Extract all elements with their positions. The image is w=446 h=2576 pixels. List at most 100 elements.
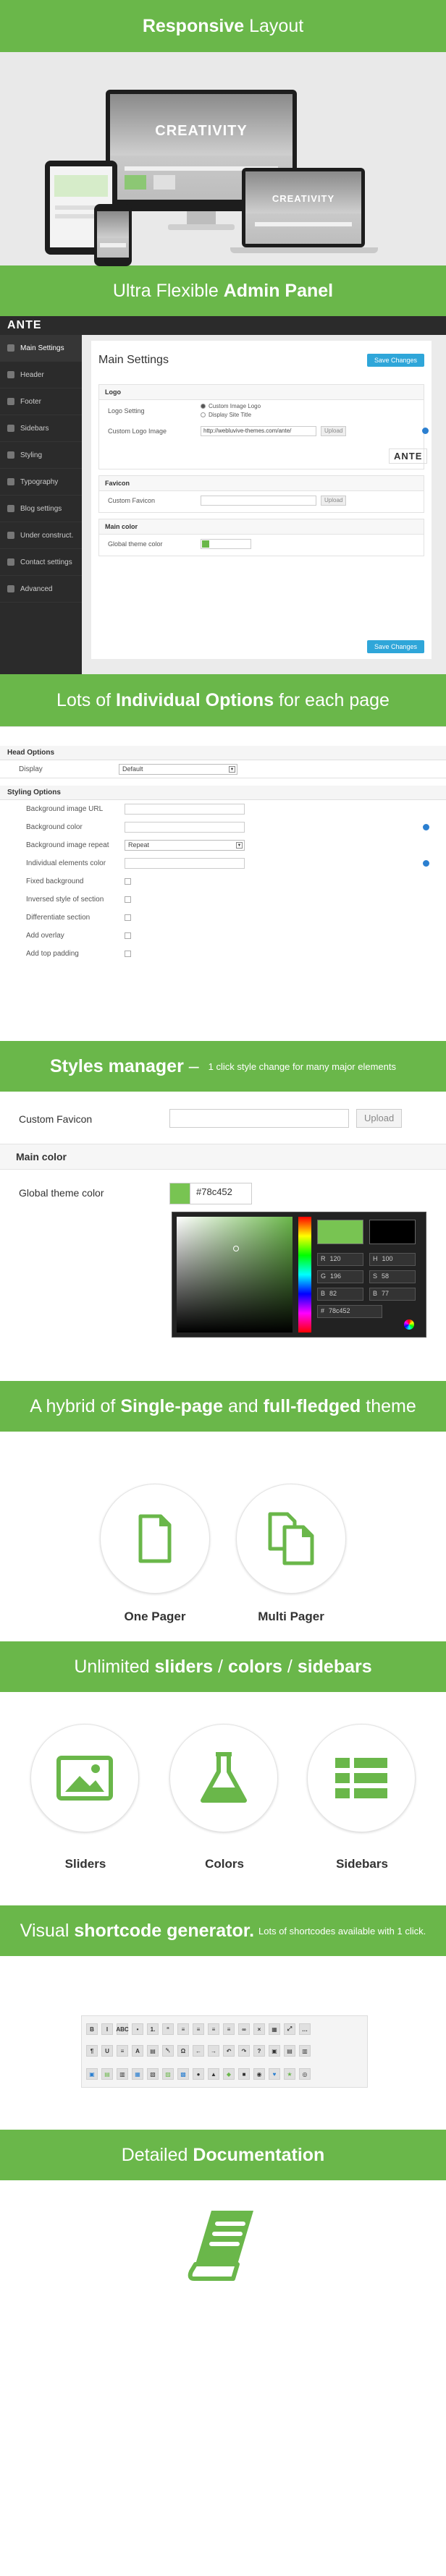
toolbar-button[interactable]: ▩ — [177, 2068, 189, 2080]
save-changes-button-top[interactable]: Save Changes — [366, 354, 424, 367]
color-picker[interactable]: R 120 H 100 G 196 S 58 B 82 B 77 #78c452 — [172, 1212, 426, 1338]
color-swatch[interactable] — [202, 540, 209, 548]
toolbar-button[interactable]: … — [299, 2023, 311, 2035]
sidebar-item-6[interactable]: Blog settings — [0, 496, 82, 522]
toolbar-button[interactable]: U — [101, 2045, 113, 2057]
toolbar-button[interactable]: ▨ — [162, 2068, 174, 2080]
toolbar-button[interactable]: ▲ — [208, 2068, 219, 2080]
saturation-area[interactable] — [177, 1217, 293, 1332]
option-checkbox[interactable] — [125, 932, 131, 939]
sm-upload-button[interactable]: Upload — [356, 1109, 403, 1128]
toolbar-button[interactable]: ▥ — [117, 2068, 128, 2080]
picker-field[interactable]: R 120 — [317, 1253, 363, 1266]
logo-upload-button[interactable]: Upload — [321, 426, 347, 436]
toolbar-button[interactable]: ▦ — [132, 2068, 143, 2080]
sidebar-icon — [7, 344, 14, 352]
toolbar-button[interactable]: ↷ — [238, 2045, 250, 2057]
toolbar-button[interactable]: ≡ — [117, 2045, 128, 2057]
radio-custom-logo[interactable]: Custom Image Logo — [201, 403, 261, 409]
option-checkbox[interactable] — [125, 951, 131, 957]
toolbar-button[interactable]: A — [132, 2045, 143, 2057]
color-wheel-icon[interactable] — [404, 1319, 414, 1330]
sidebar-item-3[interactable]: Sidebars — [0, 415, 82, 442]
toolbar-button[interactable]: ★ — [284, 2068, 295, 2080]
radio-site-title[interactable]: Display Site Title — [201, 412, 261, 418]
sidebar-item-2[interactable]: Footer — [0, 388, 82, 415]
toolbar-button[interactable]: ← — [193, 2045, 204, 2057]
picker-field[interactable]: H 100 — [369, 1253, 416, 1266]
option-select[interactable]: Repeat ▼ — [125, 840, 245, 851]
styling-options-header: Styling Options — [0, 786, 446, 800]
option-checkbox[interactable] — [125, 896, 131, 903]
toolbar-button[interactable]: → — [208, 2045, 219, 2057]
select-arrow-icon: ▼ — [229, 766, 235, 773]
hue-slider[interactable] — [298, 1217, 311, 1332]
save-changes-button-bottom[interactable]: Save Changes — [366, 640, 424, 653]
option-label: Add top padding — [26, 950, 79, 958]
toolbar-button[interactable]: Ω — [177, 2045, 189, 2057]
display-select[interactable]: Default ▼ — [119, 764, 237, 775]
toolbar-button[interactable]: ▥ — [299, 2045, 311, 2057]
display-label: Display — [19, 765, 43, 773]
toolbar-button[interactable]: ● — [193, 2068, 204, 2080]
sidebar-item-1[interactable]: Header — [0, 362, 82, 388]
toolbar-button[interactable]: ▤ — [147, 2045, 159, 2057]
toolbar-button[interactable]: ▣ — [269, 2045, 280, 2057]
favicon-upload-button[interactable]: Upload — [321, 496, 347, 506]
toolbar-button[interactable]: ◆ — [223, 2068, 235, 2080]
toolbar-button[interactable]: “ — [162, 2023, 174, 2035]
toolbar-button[interactable]: ¶ — [86, 2045, 98, 2057]
option-input[interactable] — [125, 858, 245, 869]
help-icon[interactable] — [423, 824, 429, 830]
sidebar-item-0[interactable]: Main Settings — [0, 335, 82, 362]
toolbar-button[interactable]: I — [101, 2023, 113, 2035]
sm-color-input[interactable]: #78c452 — [190, 1183, 252, 1204]
help-icon[interactable] — [423, 860, 429, 867]
monitor-stand — [187, 211, 216, 226]
toolbar-button[interactable]: ≡ — [177, 2023, 189, 2035]
toolbar-button[interactable]: ≡ — [223, 2023, 235, 2035]
sidebar-item-9[interactable]: Advanced — [0, 576, 82, 603]
toolbar-button[interactable]: ␡ — [162, 2045, 174, 2057]
toolbar-button[interactable]: ◉ — [253, 2068, 265, 2080]
sidebar-item-5[interactable]: Typography — [0, 469, 82, 496]
option-input[interactable] — [125, 822, 245, 833]
toolbar-button[interactable]: ▤ — [284, 2045, 295, 2057]
banner-unlimited-s2: / — [282, 1656, 298, 1677]
help-icon[interactable] — [422, 428, 429, 434]
toolbar-button[interactable]: ▤ — [101, 2068, 113, 2080]
toolbar-button[interactable]: 1. — [147, 2023, 159, 2035]
toolbar-button[interactable]: • — [132, 2023, 143, 2035]
option-checkbox[interactable] — [125, 914, 131, 921]
option-input[interactable] — [125, 804, 245, 815]
sidebar-item-7[interactable]: Under construct. — [0, 522, 82, 549]
toolbar-button[interactable]: ▣ — [86, 2068, 98, 2080]
toolbar-button[interactable]: ∞ — [238, 2023, 250, 2035]
favicon-input[interactable] — [201, 496, 316, 506]
picker-cursor[interactable] — [233, 1246, 239, 1251]
toolbar-button[interactable]: × — [253, 2023, 265, 2035]
toolbar-button[interactable]: ↶ — [223, 2045, 235, 2057]
sidebar-item-8[interactable]: Contact settings — [0, 549, 82, 576]
toolbar-button[interactable]: ? — [253, 2045, 265, 2057]
toolbar-button[interactable]: B — [86, 2023, 98, 2035]
toolbar-button[interactable]: ■ — [238, 2068, 250, 2080]
toolbar-button[interactable]: ▧ — [147, 2068, 159, 2080]
picker-field[interactable]: B 77 — [369, 1288, 416, 1301]
sm-favicon-input[interactable] — [169, 1109, 349, 1128]
picker-field[interactable]: #78c452 — [317, 1305, 382, 1318]
picker-field[interactable]: S 58 — [369, 1270, 416, 1283]
toolbar-button[interactable]: ABC — [116, 2023, 129, 2035]
toolbar-button[interactable]: ♥ — [269, 2068, 280, 2080]
custom-logo-image-input[interactable]: http://webluvive-themes.com/ante/ — [201, 426, 316, 436]
option-checkbox[interactable] — [125, 878, 131, 885]
toolbar-button[interactable]: ≡ — [208, 2023, 219, 2035]
toolbar-button[interactable]: ≡ — [193, 2023, 204, 2035]
picker-field[interactable]: G 196 — [317, 1270, 363, 1283]
sidebar-item-4[interactable]: Styling — [0, 442, 82, 469]
toolbar-button[interactable]: ⤢ — [284, 2023, 295, 2035]
picker-field[interactable]: B 82 — [317, 1288, 363, 1301]
toolbar-button[interactable]: ◎ — [299, 2068, 311, 2080]
toolbar-button[interactable]: ▦ — [269, 2023, 280, 2035]
sm-color-swatch[interactable] — [169, 1183, 191, 1204]
